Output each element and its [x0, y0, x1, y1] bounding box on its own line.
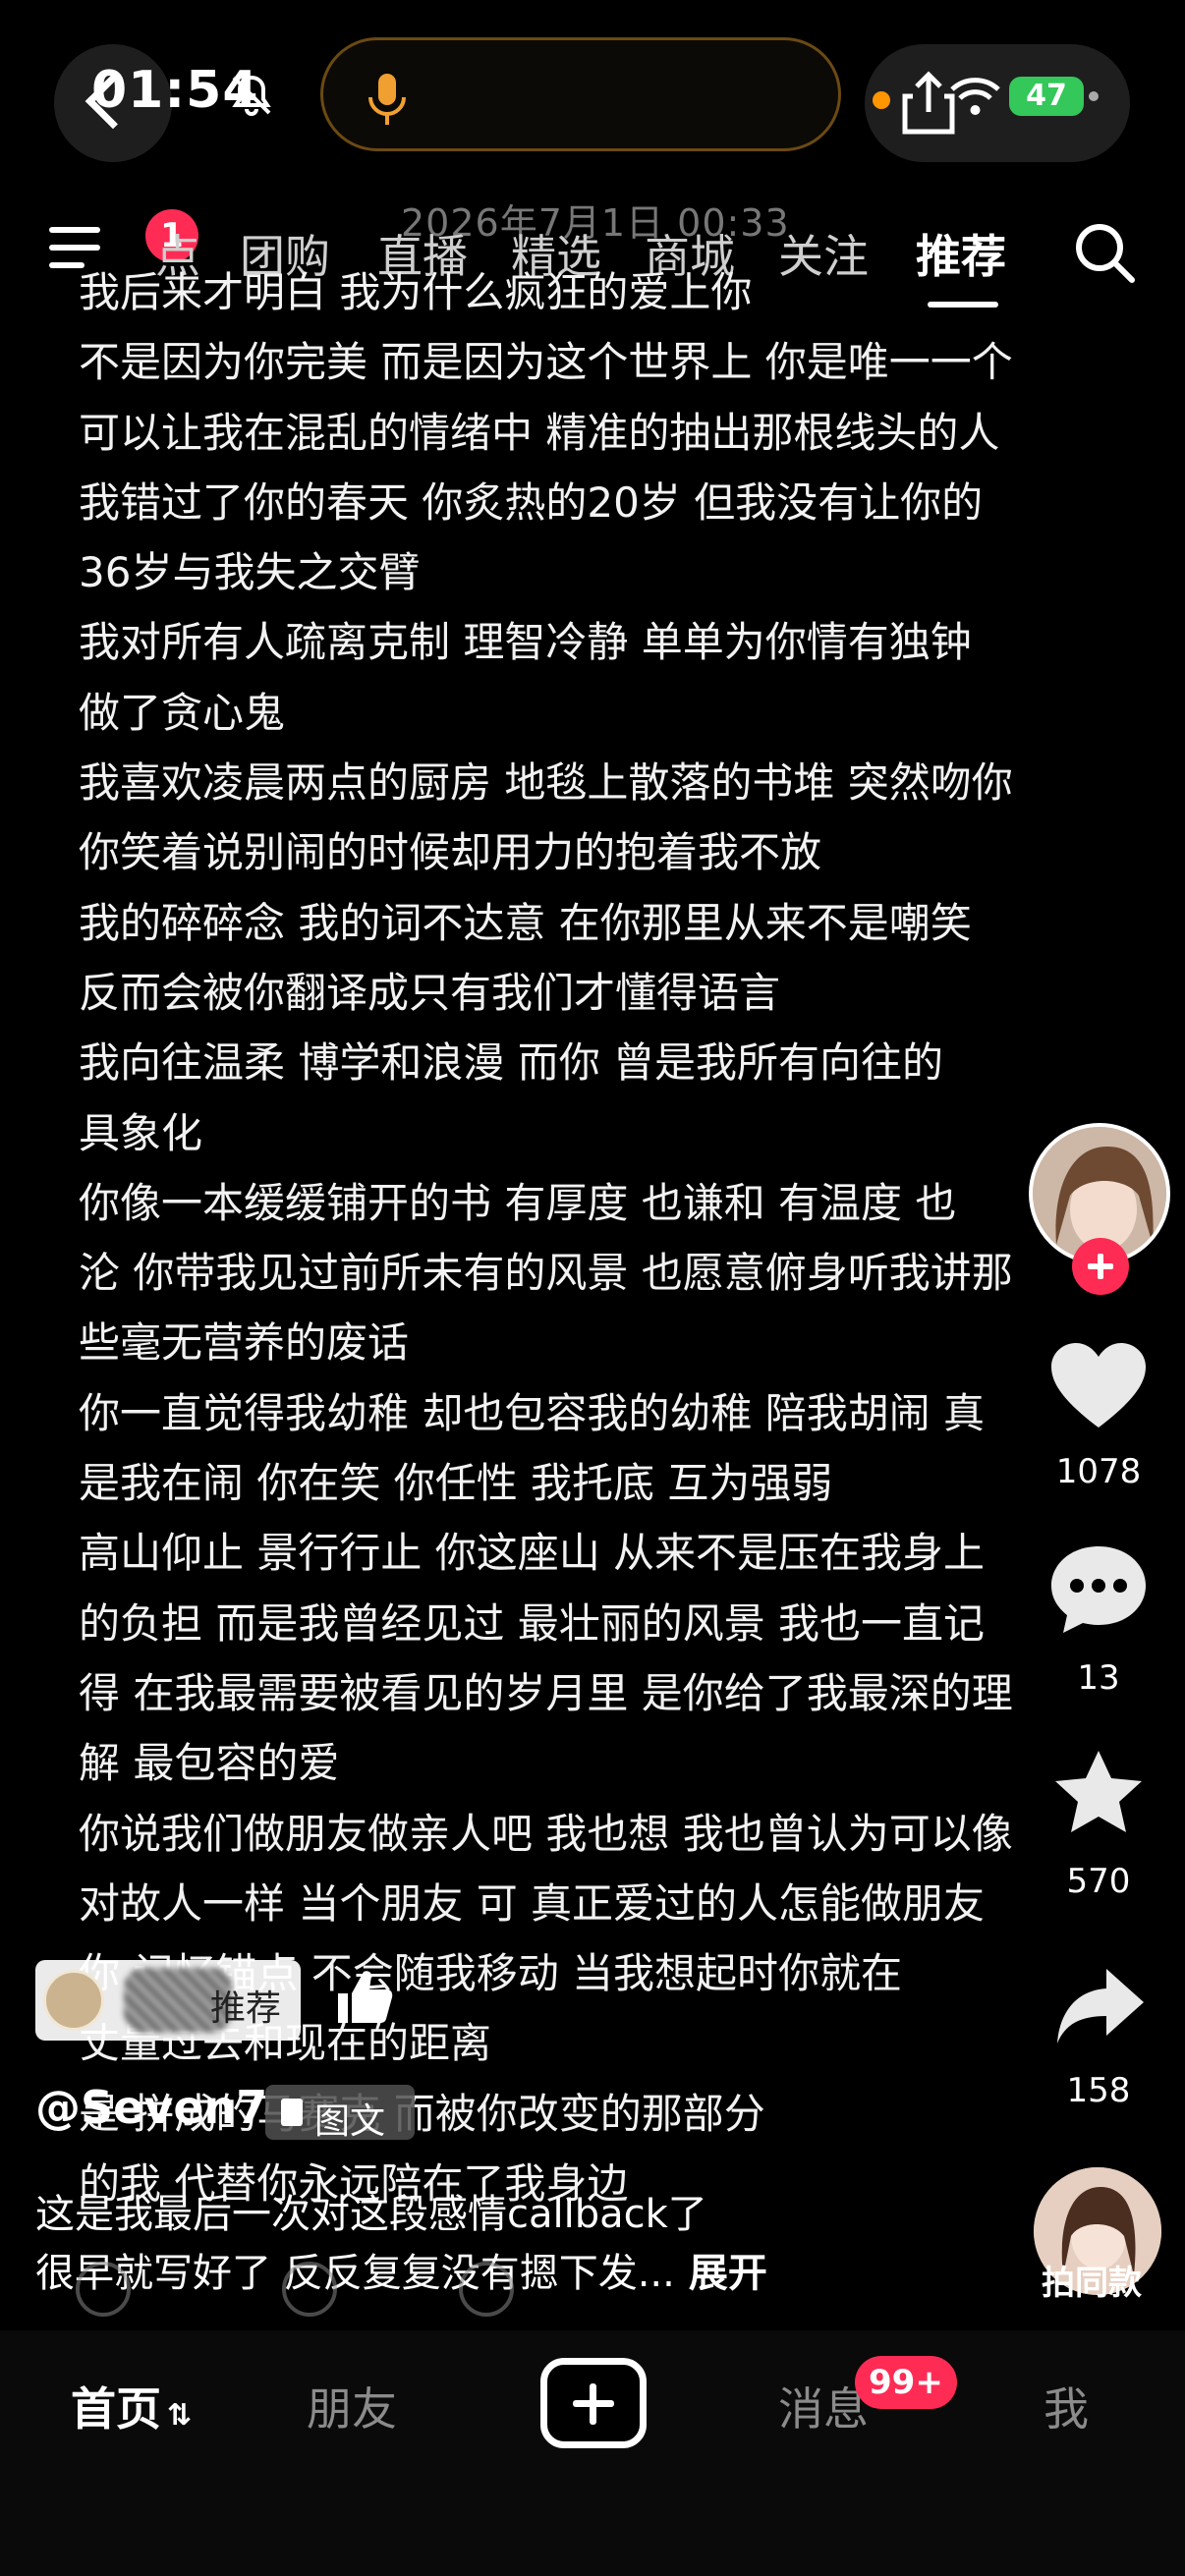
bell-off-icon	[232, 75, 271, 116]
tab-home-label: 首页	[71, 2382, 161, 2436]
image-text-icon	[281, 2099, 303, 2126]
create-post-button[interactable]	[540, 2358, 647, 2448]
make-same-style-label[interactable]: 拍同款	[1042, 2256, 1142, 2304]
post-text-line: 我向往温柔 博学和浪漫 而你 曾是我所有向往的	[79, 1038, 944, 1088]
post-text-line: 具象化	[79, 1108, 203, 1157]
post-type-chip: 图文	[265, 2085, 415, 2142]
author-name[interactable]: @Seven7	[35, 2081, 267, 2134]
privacy-indicator-dot	[873, 91, 890, 109]
battery-indicator: 47	[1009, 77, 1084, 116]
swap-arrows-icon: ⇅	[167, 2398, 193, 2433]
bottom-tab-bar: 首页 ⇅ 朋友 消息 99+ 我	[0, 2330, 1185, 2576]
post-text-line: 的负担 而是我曾经见过 最壮丽的风景 我也一直记	[79, 1598, 986, 1648]
post-text-line: 得 在我最需要被看见的岁月里 是你给了我最深的理	[79, 1668, 1013, 1717]
post-text-line: 你说我们做朋友做亲人吧 我也想 我也曾认为可以像	[79, 1809, 1013, 1858]
post-text-line: 对故人一样 当个朋友 可 真正爱过的人怎能做朋友	[79, 1878, 986, 1928]
heart-icon[interactable]	[1049, 1341, 1148, 1431]
caption-line-1: 这是我最后一次对这段感情callback了	[35, 2192, 707, 2237]
post-text-line: 可以让我在混乱的情绪中 精准的抽出那根线头的人	[79, 408, 1000, 457]
post-text-line: 些毫无营养的废话	[79, 1318, 410, 1368]
messages-badge: 99+	[855, 2356, 957, 2409]
post-text-line: 我喜欢凌晨两点的厨房 地毯上散落的书堆 突然吻你	[79, 758, 1013, 808]
post-text-line: 我错过了你的春天 你炙热的20岁 但我没有让你的	[79, 477, 984, 527]
status-bar: 01:54 47	[0, 0, 1185, 187]
thumbs-up-icon[interactable]	[312, 1960, 411, 2041]
post-body-text: 我后来才明白 我为什么疯狂的爱上你不是因为你完美 而是因为这个世界上 你是唯一一…	[79, 257, 1120, 2218]
post-text-line: 你一直觉得我幼稚 却也包容我的幼稚 陪我胡闹 真	[79, 1388, 986, 1437]
recommended-by-chip[interactable]: 推荐	[35, 1960, 301, 2041]
comment-icon[interactable]	[1047, 1542, 1150, 1637]
favorite-star-icon[interactable]	[1051, 1749, 1146, 1839]
post-text-line: 是我在闹 你在笑 你任性 我托底 互为强弱	[79, 1459, 833, 1508]
post-text-line: 不是因为你完美 而是因为这个世界上 你是唯一一个	[79, 338, 1013, 387]
microphone-icon	[368, 74, 406, 125]
tab-me[interactable]: 我	[1044, 2374, 1089, 2438]
post-text-line: 做了贪心鬼	[79, 688, 286, 737]
post-text-line: 解 最包容的爱	[79, 1739, 340, 1788]
favorite-count: 570	[1066, 1862, 1131, 1901]
comment-count: 13	[1077, 1658, 1120, 1698]
post-text-line: 我后来才明白 我为什么疯狂的爱上你	[79, 268, 753, 316]
like-count: 1078	[1055, 1452, 1142, 1491]
post-text-line: 沦 你带我见过前所未有的风景 也愿意俯身听我讲那	[79, 1249, 1013, 1298]
voice-input-pill[interactable]	[320, 37, 841, 151]
tab-home[interactable]: 首页 ⇅	[71, 2374, 192, 2438]
post-text-line: 你笑着说别闹的时候却用力的抱着我不放	[79, 828, 822, 877]
post-text-line: 我的碎碎念 我的词不达意 在你那里从来不是嘲笑	[79, 898, 972, 947]
post-text-line: 36岁与我失之交臂	[79, 548, 421, 597]
share-arrow-icon[interactable]	[1053, 1965, 1148, 2047]
post-text-line: 反而会被你翻译成只有我们才懂得语言	[79, 968, 781, 1017]
post-type-label: 图文	[314, 2101, 386, 2142]
follow-button[interactable]	[1072, 1238, 1129, 1295]
post-text-line: 我对所有人疏离克制 理智冷静 单单为你情有独钟	[79, 618, 972, 667]
tab-friends[interactable]: 朋友	[307, 2374, 397, 2438]
status-more-dot	[1089, 91, 1099, 101]
recommender-avatar	[43, 1970, 104, 2031]
recommend-label: 推荐	[210, 1988, 282, 2029]
post-tools-icons	[76, 2262, 514, 2317]
post-text-line: 高山仰止 景行行止 你这座山 从来不是压在我身上	[79, 1529, 986, 1578]
share-count: 158	[1066, 2071, 1131, 2110]
wifi-icon	[950, 78, 1000, 115]
post-text-line: 你像一本缓缓铺开的书 有厚度 也谦和 有温度 也	[79, 1178, 957, 1227]
expand-caption-button[interactable]: 展开	[689, 2251, 767, 2296]
